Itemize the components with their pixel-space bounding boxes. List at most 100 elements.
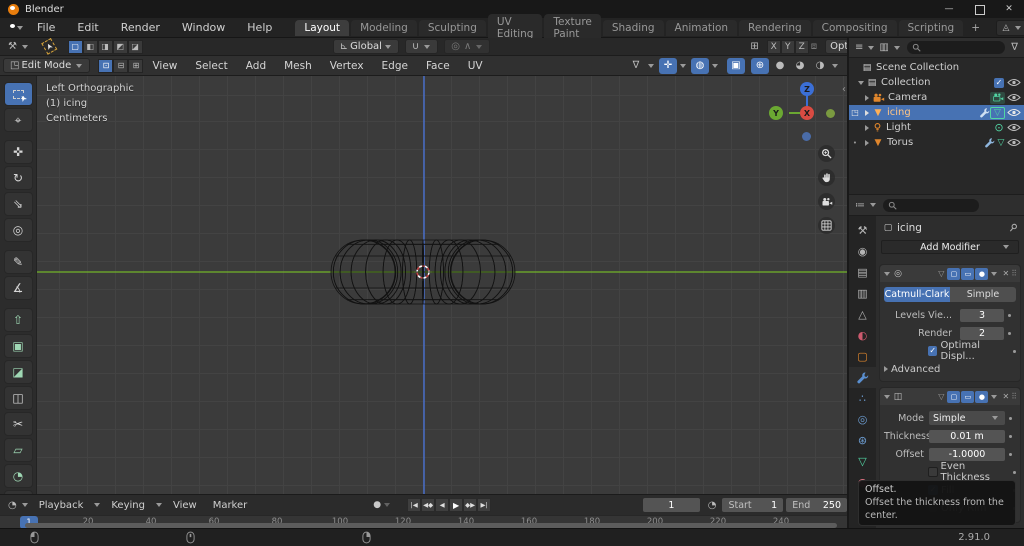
extras-dropdown-icon[interactable]: [991, 271, 998, 276]
edit-mode-display-icon[interactable]: ▽: [938, 392, 944, 401]
xray-toggle[interactable]: ▣: [727, 57, 745, 74]
animate-dot-icon[interactable]: [1009, 434, 1012, 438]
point-light-data-icon[interactable]: ⊙: [993, 121, 1005, 134]
bevel-tool[interactable]: ◪: [3, 360, 33, 384]
drag-handle-icon[interactable]: ⠿: [1011, 392, 1017, 401]
start-frame-field[interactable]: Start 1: [722, 498, 784, 512]
menu-help[interactable]: Help: [236, 18, 283, 38]
eye-icon[interactable]: [1007, 78, 1021, 87]
tab-modeling[interactable]: Modeling: [351, 19, 417, 36]
render-value-field[interactable]: 2: [960, 326, 1004, 340]
animate-dot-icon[interactable]: [1009, 416, 1012, 420]
camera-view-icon[interactable]: [818, 193, 835, 210]
extrude-region-tool[interactable]: ⇧: [3, 308, 33, 332]
advanced-row[interactable]: Advanced: [884, 361, 1016, 377]
play-reverse-button[interactable]: ◀: [435, 498, 450, 512]
tab-shading[interactable]: Shading: [602, 19, 664, 36]
rotate-tool[interactable]: ↻: [3, 166, 33, 190]
gizmo-z-axis[interactable]: Z: [800, 82, 814, 96]
tab-compositing[interactable]: Compositing: [812, 19, 897, 36]
overlays-toggle[interactable]: ◍: [691, 57, 709, 74]
select-extend-button[interactable]: ◧: [82, 39, 98, 54]
cursor-tool[interactable]: ⌖: [3, 108, 33, 132]
timeline-scrollbar[interactable]: [25, 522, 837, 528]
properties-editor-icon[interactable]: ≔: [853, 200, 867, 211]
menu-vertex[interactable]: Vertex: [321, 60, 373, 72]
vertex-select-button[interactable]: ⊡: [98, 58, 114, 73]
subsurf-header[interactable]: ◎ ▽ ▢ ▭ ● ✕ ⠿: [880, 265, 1020, 282]
menu-playback[interactable]: Playback: [31, 500, 92, 511]
mesh-data-icon[interactable]: ▽: [995, 138, 1007, 148]
viewport-3d[interactable]: Left Orthographic (1) icing Centimeters …: [0, 76, 847, 494]
tab-scene[interactable]: △: [849, 304, 876, 325]
modifier-wrench-icon[interactable]: [984, 137, 995, 148]
extras-dropdown-icon[interactable]: [991, 394, 998, 399]
outliner-row-camera[interactable]: Camera: [849, 90, 1024, 105]
eye-icon[interactable]: [1007, 108, 1021, 117]
camera-data-icon[interactable]: [990, 91, 1005, 104]
tab-data[interactable]: ▽: [849, 451, 876, 472]
mirror-z-button[interactable]: Z: [794, 39, 809, 54]
scale-tool[interactable]: ⇘: [3, 192, 33, 216]
poly-build-tool[interactable]: ▱: [3, 438, 33, 462]
tab-tool[interactable]: ⚒: [849, 220, 876, 241]
modifier-wrench-icon[interactable]: [979, 107, 990, 118]
jump-to-start-button[interactable]: |◀: [407, 498, 422, 512]
menu-marker[interactable]: Marker: [205, 500, 256, 511]
proportional-edit-toggle[interactable]: ◎ ∧: [444, 39, 491, 54]
select-difference-button[interactable]: ◩: [112, 39, 128, 54]
gizmos-toggle[interactable]: ✛: [659, 57, 677, 74]
menu-view[interactable]: View: [165, 500, 205, 511]
even-thickness-checkbox[interactable]: [928, 467, 938, 477]
animate-dot-icon[interactable]: [1009, 452, 1012, 456]
animate-dot-icon[interactable]: [1008, 313, 1011, 317]
close-button[interactable]: ✕: [994, 0, 1024, 18]
face-select-button[interactable]: ⊞: [128, 58, 144, 73]
disclosure-icon[interactable]: [865, 109, 869, 116]
add-workspace-button[interactable]: +: [965, 20, 986, 36]
outliner-row-icing[interactable]: ◳ ▼ icing ▽: [849, 105, 1024, 120]
mirror-y-button[interactable]: Y: [780, 39, 795, 54]
pin-icon[interactable]: [1006, 221, 1020, 235]
edit-mode-display-icon[interactable]: ▽: [938, 269, 944, 278]
menu-add[interactable]: Add: [237, 60, 275, 72]
disclosure-icon[interactable]: [865, 139, 869, 146]
outliner-row-torus[interactable]: • ▼ Torus ▽: [849, 135, 1024, 150]
menu-window[interactable]: Window: [171, 18, 236, 38]
animate-dot-icon[interactable]: [1013, 349, 1016, 353]
menu-select[interactable]: Select: [186, 60, 236, 72]
jump-to-end-button[interactable]: ▶|: [477, 498, 492, 512]
panel-expand-icon[interactable]: [884, 271, 890, 276]
menu-file[interactable]: File: [26, 18, 66, 38]
tab-output[interactable]: ▤: [849, 262, 876, 283]
inset-faces-tool[interactable]: ▣: [3, 334, 33, 358]
tab-rendering[interactable]: Rendering: [739, 19, 811, 36]
move-tool[interactable]: ✜: [3, 140, 33, 164]
tab-modifiers[interactable]: [849, 367, 876, 388]
tab-object[interactable]: ▢: [849, 346, 876, 367]
tab-sculpting[interactable]: Sculpting: [418, 19, 486, 36]
transform-tool[interactable]: ◎: [3, 218, 33, 242]
shading-rendered-button[interactable]: ◑: [811, 58, 829, 74]
gizmo-y-axis[interactable]: Y: [769, 106, 783, 120]
tab-render[interactable]: ◉: [849, 241, 876, 262]
disclosure-icon[interactable]: [865, 94, 869, 101]
menu-face[interactable]: Face: [417, 60, 459, 72]
panel-expand-icon[interactable]: [884, 394, 890, 399]
timeline-editor-icon[interactable]: ◔: [6, 500, 19, 511]
menu-edge[interactable]: Edge: [373, 60, 417, 72]
animate-dot-icon[interactable]: [1013, 470, 1016, 474]
shading-wireframe-button[interactable]: ⊕: [751, 57, 769, 74]
filter-icon[interactable]: ∇: [1009, 42, 1020, 53]
on-cage-toggle[interactable]: ▢: [947, 267, 961, 280]
select-intersect-button[interactable]: ◪: [127, 39, 143, 54]
scene-selector[interactable]: ◬ Scene ✕: [996, 19, 1024, 36]
perspective-grid-icon[interactable]: [818, 217, 835, 234]
eye-icon[interactable]: [1007, 93, 1021, 102]
offset-field[interactable]: -1.0000: [929, 447, 1005, 461]
menu-render[interactable]: Render: [110, 18, 171, 38]
thickness-field[interactable]: 0.01 m: [929, 429, 1005, 443]
current-frame-field[interactable]: 1: [643, 498, 700, 512]
measure-tool[interactable]: ∡: [3, 276, 33, 300]
mode-dropdown[interactable]: ◳ Edit Mode: [3, 58, 91, 73]
